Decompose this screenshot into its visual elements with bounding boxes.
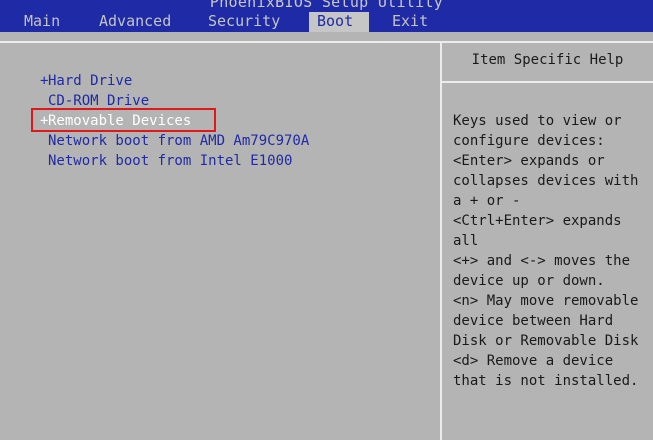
help-line: device up or down. bbox=[453, 273, 605, 289]
title-bar: PhoenixBIOS Setup Utility bbox=[0, 0, 653, 12]
boot-item-label: Hard Drive bbox=[48, 73, 133, 89]
help-panel-text: Keys used to view or configure devices: … bbox=[453, 111, 649, 391]
help-line: device between Hard bbox=[453, 313, 614, 329]
menu-main[interactable]: Main bbox=[18, 12, 66, 32]
help-line: configure devices: bbox=[453, 133, 605, 149]
help-line: Keys used to view or bbox=[453, 113, 622, 129]
help-title-separator bbox=[440, 81, 653, 83]
frame-top-border bbox=[0, 41, 653, 43]
frame-vertical-divider bbox=[440, 41, 442, 440]
boot-item-network-intel[interactable]: Network boot from Intel E1000 bbox=[40, 152, 292, 172]
help-line: collapses devices with bbox=[453, 173, 639, 189]
bios-title: PhoenixBIOS Setup Utility bbox=[209, 0, 444, 11]
boot-item-hard-drive[interactable]: +Hard Drive bbox=[40, 72, 132, 92]
help-line: <Enter> expands or bbox=[453, 153, 605, 169]
help-line: that is not installed. bbox=[453, 373, 639, 389]
menu-boot[interactable]: Boot bbox=[309, 12, 369, 32]
boot-item-label: Network boot from AMD Am79C970A bbox=[48, 133, 310, 149]
menu-advanced[interactable]: Advanced bbox=[93, 12, 177, 32]
help-line: all bbox=[453, 233, 479, 249]
menu-bar: Main Advanced Security Boot Exit bbox=[0, 12, 653, 32]
boot-item-label: CD-ROM Drive bbox=[48, 93, 150, 109]
menu-security[interactable]: Security bbox=[202, 12, 286, 32]
help-line: <+> and <-> moves the bbox=[453, 253, 631, 269]
menu-exit[interactable]: Exit bbox=[386, 12, 434, 32]
selection-highlight-box bbox=[31, 108, 216, 132]
help-line: <n> May move removable bbox=[453, 293, 639, 309]
boot-item-network-amd[interactable]: Network boot from AMD Am79C970A bbox=[40, 132, 309, 152]
boot-item-label: Network boot from Intel E1000 bbox=[48, 153, 293, 169]
boot-page: Item Specific Help +Hard Drive CD-ROM Dr… bbox=[0, 32, 653, 440]
help-line: <Ctrl+Enter> expands bbox=[453, 213, 622, 229]
expand-plus-icon: + bbox=[40, 73, 49, 89]
help-line: a + or - bbox=[453, 193, 521, 209]
help-line: <d> Remove a device bbox=[453, 353, 614, 369]
help-panel-title: Item Specific Help bbox=[471, 52, 624, 68]
help-line: Disk or Removable Disk bbox=[453, 333, 639, 349]
